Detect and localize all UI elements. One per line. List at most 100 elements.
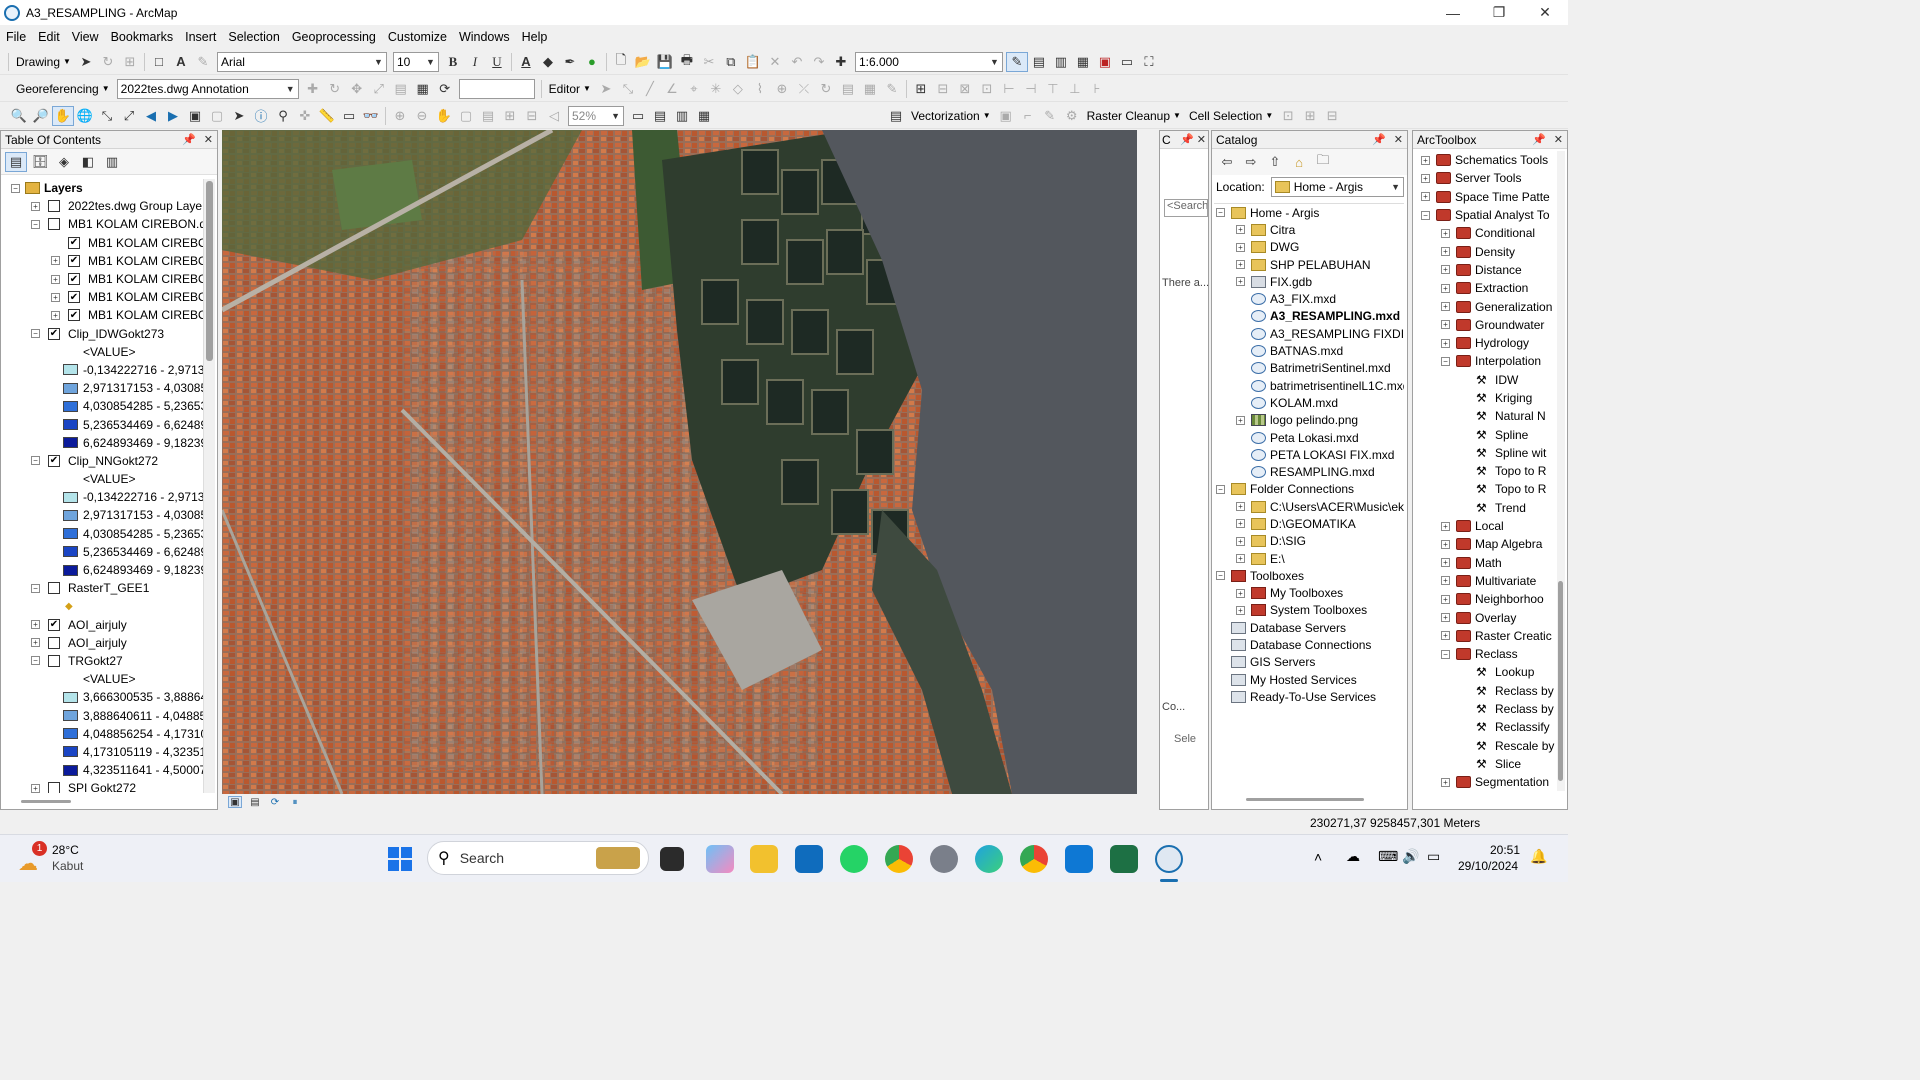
expand-icon[interactable]: + xyxy=(1441,539,1450,549)
expand-icon[interactable]: + xyxy=(1236,415,1245,425)
arctoolbox-item[interactable]: + Density xyxy=(1419,242,1559,260)
catalog-item[interactable]: − Folder Connections xyxy=(1214,481,1404,498)
arctoolbox-item[interactable]: ⚒ Spline xyxy=(1419,425,1559,443)
topology-edit-icon[interactable]: ⊟ xyxy=(932,79,954,99)
delete-icon[interactable]: ✕ xyxy=(764,52,786,72)
expand-icon[interactable]: + xyxy=(31,620,40,630)
trace-icon[interactable]: ∠ xyxy=(661,79,683,99)
annotation-input[interactable] xyxy=(458,78,535,99)
zoom-in-icon[interactable]: 🔍 xyxy=(8,106,30,126)
paste-icon[interactable]: 📋 xyxy=(742,52,764,72)
add-data-icon[interactable]: ✚ xyxy=(830,52,852,72)
layer-visibility-checkbox[interactable] xyxy=(48,218,60,231)
forward-extent-icon[interactable]: ▶ xyxy=(162,106,184,126)
catalog-item[interactable]: PETA LOKASI FIX.mxd xyxy=(1214,446,1404,463)
close-icon[interactable]: ✕ xyxy=(204,133,213,146)
arctoolbox-item[interactable]: ⚒ Reclass by xyxy=(1419,682,1559,700)
toc-row[interactable]: ✔ MB1 KOLAM CIREBO xyxy=(3,234,203,252)
layout-zoom-out-icon[interactable]: ⊖ xyxy=(411,106,433,126)
html-popup-icon[interactable]: ▭ xyxy=(338,106,360,126)
map-view[interactable] xyxy=(222,130,1137,794)
menu-file[interactable]: File xyxy=(0,30,32,44)
generalize-icon[interactable]: ⊥ xyxy=(1064,79,1086,99)
expand-icon[interactable]: + xyxy=(1236,536,1245,546)
catalog-item[interactable]: Database Servers xyxy=(1214,619,1404,636)
collapse-icon[interactable]: − xyxy=(31,583,40,593)
font-name-combo[interactable]: Arial ▼ xyxy=(216,51,387,72)
arcmap-taskbar-icon[interactable] xyxy=(1155,845,1183,873)
expand-icon[interactable]: + xyxy=(31,783,40,793)
pin-icon[interactable]: 📌 xyxy=(1532,133,1546,146)
toc-row[interactable]: 5,236534469 - 6,62489 xyxy=(3,543,203,561)
catalog-item[interactable]: A3_FIX.mxd xyxy=(1214,290,1404,307)
expand-icon[interactable]: + xyxy=(1236,605,1245,615)
expand-icon[interactable]: + xyxy=(1441,283,1450,293)
arctoolbox-item[interactable]: − Reclass xyxy=(1419,645,1559,663)
layout-fixed-out-icon[interactable]: ⊟ xyxy=(521,106,543,126)
battery-icon[interactable]: ▭ xyxy=(1427,848,1440,865)
arctoolbox-scrollbar[interactable] xyxy=(1557,151,1565,791)
arctoolbox-item[interactable]: + Distance xyxy=(1419,261,1559,279)
python-window-icon[interactable]: ▭ xyxy=(1116,52,1138,72)
arctoolbox-item[interactable]: + Hydrology xyxy=(1419,334,1559,352)
notification-bell-icon[interactable]: 🔔 xyxy=(1530,848,1547,865)
collapse-icon[interactable]: − xyxy=(11,183,20,193)
toc-row[interactable]: <VALUE> xyxy=(3,343,203,361)
layer-visibility-checkbox[interactable]: ✔ xyxy=(48,618,60,631)
expand-icon[interactable]: + xyxy=(51,310,60,320)
catalog-item[interactable]: + C:\Users\ACER\Music\eksku xyxy=(1214,498,1404,515)
list-by-selection-icon[interactable]: ◧ xyxy=(77,152,99,172)
font-color-button[interactable]: A xyxy=(515,52,537,72)
layout-pan-icon[interactable]: ✋ xyxy=(433,106,455,126)
edit-tool-icon[interactable]: ➤ xyxy=(595,79,617,99)
copy-icon[interactable]: ⧉ xyxy=(720,52,742,72)
collapse-icon[interactable]: − xyxy=(31,656,40,666)
select-connected-cells-icon[interactable]: ⊡ xyxy=(1277,106,1299,126)
catalog-hscroll-thumb[interactable] xyxy=(1246,798,1364,801)
expand-icon[interactable]: + xyxy=(51,292,60,302)
arctoolbox-item[interactable]: ⚒ Trend xyxy=(1419,499,1559,517)
expand-icon[interactable]: + xyxy=(1421,173,1430,183)
interactive-select-icon[interactable]: ⊞ xyxy=(1299,106,1321,126)
pin-icon[interactable]: 📌 xyxy=(182,133,196,146)
extend-icon[interactable]: ⊢ xyxy=(998,79,1020,99)
expand-icon[interactable]: + xyxy=(1236,277,1245,287)
split-icon[interactable]: ⤫ xyxy=(793,79,815,99)
catalog-item[interactable]: batrimetrisentinelL1C.mxd xyxy=(1214,377,1404,394)
arctoolbox-item[interactable]: − Spatial Analyst To xyxy=(1419,206,1559,224)
back-extent-icon[interactable]: ◀ xyxy=(140,106,162,126)
layer-visibility-checkbox[interactable]: ✔ xyxy=(68,236,80,249)
expand-icon[interactable]: + xyxy=(1441,265,1450,275)
text-tool-icon[interactable]: A xyxy=(170,52,192,72)
editor-toolbar-icon[interactable]: ✎ xyxy=(1005,51,1028,72)
close-icon[interactable]: ✕ xyxy=(1197,133,1206,146)
toc-row[interactable]: -0,134222716 - 2,97131 xyxy=(3,361,203,379)
arctoolbox-item[interactable]: + Groundwater xyxy=(1419,316,1559,334)
edge-icon[interactable] xyxy=(975,845,1003,873)
options-icon[interactable]: ▥ xyxy=(101,152,123,172)
chevron-up-icon[interactable]: ˄ xyxy=(1314,849,1322,865)
view-link-table-icon[interactable]: ▦ xyxy=(412,79,434,99)
collapse-icon[interactable]: − xyxy=(1216,571,1225,581)
marker-color-icon[interactable]: ● xyxy=(581,52,603,72)
expand-icon[interactable]: + xyxy=(1441,558,1450,568)
volume-icon[interactable]: 🔊 xyxy=(1402,848,1419,865)
toc-row[interactable]: + ✔ MB1 KOLAM CIREBO xyxy=(3,270,203,288)
layer-visibility-checkbox[interactable] xyxy=(48,654,60,667)
reshape-icon[interactable]: ⌇ xyxy=(749,79,771,99)
vectorization-pen-icon[interactable]: ✎ xyxy=(1039,106,1061,126)
underline-button[interactable]: U xyxy=(486,52,508,72)
file-explorer-icon[interactable] xyxy=(750,845,778,873)
catalog-item[interactable]: BatrimetriSentinel.mxd xyxy=(1214,360,1404,377)
toc-row[interactable]: <VALUE> xyxy=(3,670,203,688)
select-elements-arrow-icon[interactable]: ➤ xyxy=(228,106,250,126)
toc-row[interactable]: 2,971317153 - 4,03085 xyxy=(3,379,203,397)
save-icon[interactable]: 💾 xyxy=(654,52,676,72)
toc-row[interactable]: − TRGokt27 xyxy=(3,652,203,670)
catalog-item[interactable]: RESAMPLING.mxd xyxy=(1214,463,1404,480)
spatial-adjust-icon[interactable]: ⊠ xyxy=(954,79,976,99)
search-input[interactable]: <Search xyxy=(1164,199,1208,217)
arctoolbox-icon[interactable]: ▣ xyxy=(1094,52,1116,72)
expand-icon[interactable]: + xyxy=(31,638,40,648)
annotation-layer-combo[interactable]: 2022tes.dwg Annotation ▼ xyxy=(116,78,299,99)
